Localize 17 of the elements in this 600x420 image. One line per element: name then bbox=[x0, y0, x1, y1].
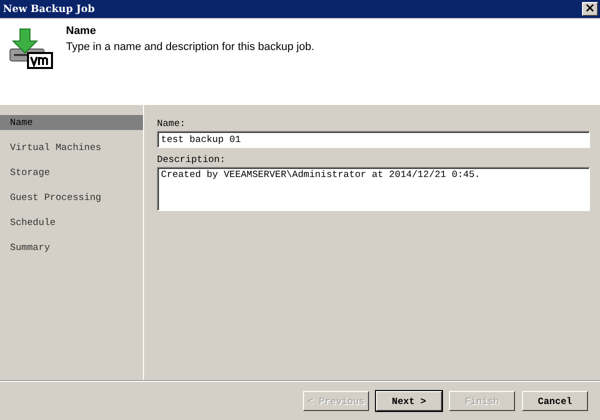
backup-vm-icon bbox=[8, 27, 54, 69]
step-description: Type in a name and description for this backup job. bbox=[66, 41, 314, 53]
step-title: Name bbox=[66, 25, 97, 37]
sidebar-item[interactable]: Guest Processing bbox=[0, 190, 143, 205]
sidebar-item[interactable]: Storage bbox=[0, 165, 143, 180]
description-label: Description: bbox=[157, 154, 226, 165]
name-field[interactable]: test backup 01 bbox=[157, 131, 590, 148]
sidebar-item[interactable]: Virtual Machines bbox=[0, 140, 143, 155]
description-field[interactable]: Created by VEEAMSERVER\Administrator at 2014/12/21 0:45. bbox=[157, 167, 590, 211]
sidebar-item[interactable]: Summary bbox=[0, 240, 143, 255]
close-button[interactable]: × bbox=[582, 2, 598, 16]
wizard-button[interactable]: Cancel bbox=[522, 391, 588, 411]
name-label: Name: bbox=[157, 118, 187, 129]
sidebar-item[interactable]: Schedule bbox=[0, 215, 143, 230]
window-title: New Backup Job bbox=[3, 4, 95, 14]
wizard-button[interactable]: Next > bbox=[376, 391, 442, 411]
sidebar-item[interactable]: Name bbox=[0, 115, 143, 130]
